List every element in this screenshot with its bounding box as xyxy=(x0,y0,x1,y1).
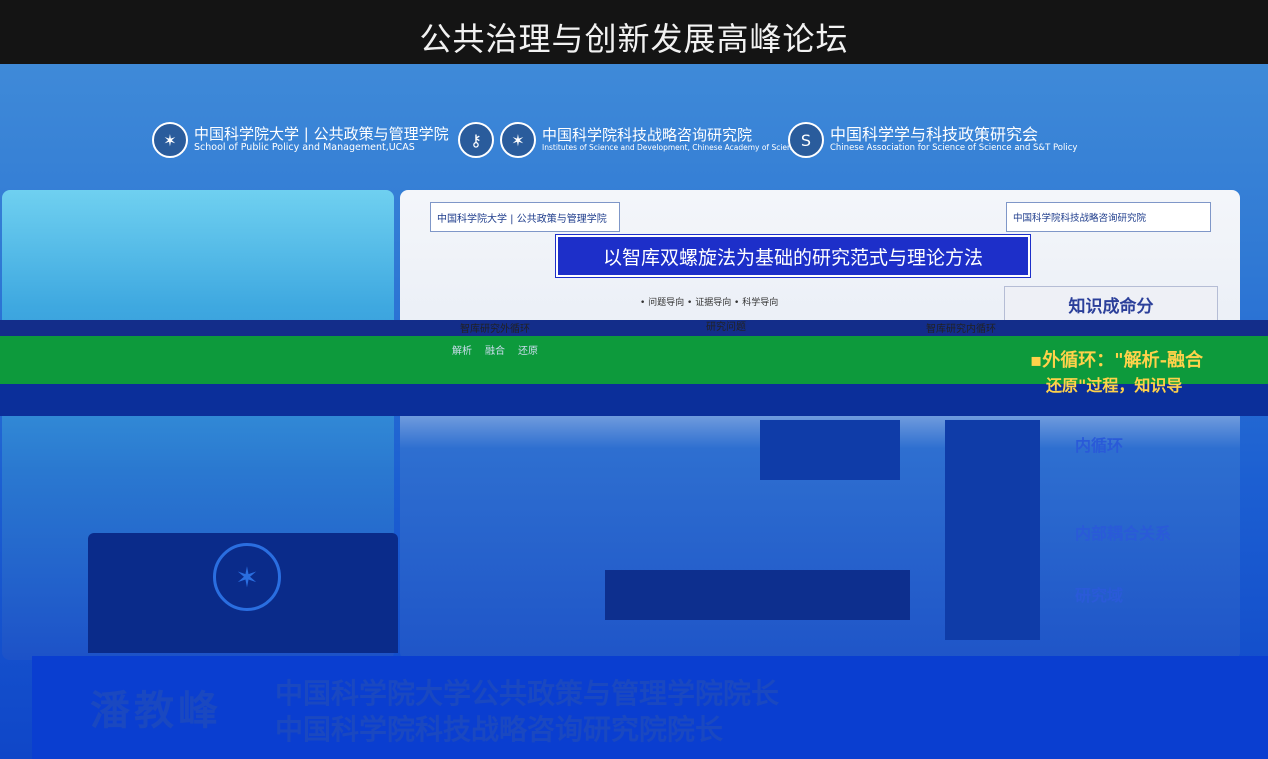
outer-step-3: 还原 xyxy=(518,346,538,357)
speaker-role-2: 中国科学院科技战略咨询研究院院长 xyxy=(275,713,724,746)
slide-logo-right: 中国科学院科技战略咨询研究院 xyxy=(1006,202,1211,232)
ucas-emblem-icon: ✶ xyxy=(152,122,188,158)
speaker-name: 潘教峰 xyxy=(90,687,222,734)
coupling-text: 内部耦合关系 xyxy=(1075,524,1172,543)
logo-line1: 中国科学院科技战略咨询研究院 xyxy=(542,126,753,145)
center-question-label: 研究问题 xyxy=(706,322,746,333)
speaker-role-1: 中国科学院大学公共政策与管理学院院长 xyxy=(275,677,780,710)
cassp-logo: S 中国科学学与科技政策研究会 Chinese Association for … xyxy=(788,122,1077,158)
logo-line2: Institutes of Science and Development, C… xyxy=(542,143,805,153)
slide-diagram-block xyxy=(760,420,900,480)
cassp-emblem-icon: S xyxy=(788,122,824,158)
key-emblem-icon: ⚷ xyxy=(458,122,494,158)
casisd-logo: ⚷ ✶ 中国科学院科技战略咨询研究院 Institutes of Science… xyxy=(458,122,804,158)
cas-podium-emblem-icon: ✶ xyxy=(213,543,281,611)
title-bar: 公共治理与创新发展高峰论坛 xyxy=(0,0,1268,64)
slide-bottom-block xyxy=(605,570,910,620)
slide-guidelines: • 问题导向 • 证据导向 • 科学导向 xyxy=(640,298,779,308)
logo-line2: Chinese Association for Science of Scien… xyxy=(830,143,1078,154)
outer-loop-label: 智库研究外循环 xyxy=(460,324,530,335)
inner-cycle-column xyxy=(945,420,1040,640)
outer-cycle-bullet: ▪外循环："解析-融合 xyxy=(1030,350,1204,371)
inner-loop-label: 智库研究内循环 xyxy=(926,324,996,335)
inner-cycle-text: 内循环 xyxy=(1075,436,1124,455)
outer-cycle-bullet-cont: 还原"过程，知识导 xyxy=(1046,376,1183,395)
logo-line1: 中国科学学与科技政策研究会 xyxy=(830,124,1039,144)
slide-title: 以智库双螺旋法为基础的研究范式与理论方法 xyxy=(556,235,1030,277)
ucas-logo: ✶ 中国科学院大学 | 公共政策与管理学院 School of Public P… xyxy=(152,122,449,158)
logo-line1: 中国科学院大学 | 公共政策与管理学院 xyxy=(194,124,449,143)
slide-logo-left: 中国科学院大学 | 公共政策与管理学院 xyxy=(430,202,620,232)
outer-step-1: 解析 xyxy=(452,346,472,357)
slide-logo-right-text: 中国科学院科技战略咨询研究院 xyxy=(1013,213,1147,224)
research-domain-text: 研究域 xyxy=(1075,586,1124,605)
outer-step-2: 融合 xyxy=(485,346,505,357)
logo-line2: School of Public Policy and Management,U… xyxy=(194,142,415,154)
cas-emblem-icon: ✶ xyxy=(500,122,536,158)
slide-side-box: 知识成命分 xyxy=(1004,286,1218,322)
forum-title: 公共治理与创新发展高峰论坛 xyxy=(419,20,849,58)
slide-logo-left-text: 中国科学院大学 | 公共政策与管理学院 xyxy=(437,213,607,225)
glitch-band xyxy=(0,320,1268,336)
